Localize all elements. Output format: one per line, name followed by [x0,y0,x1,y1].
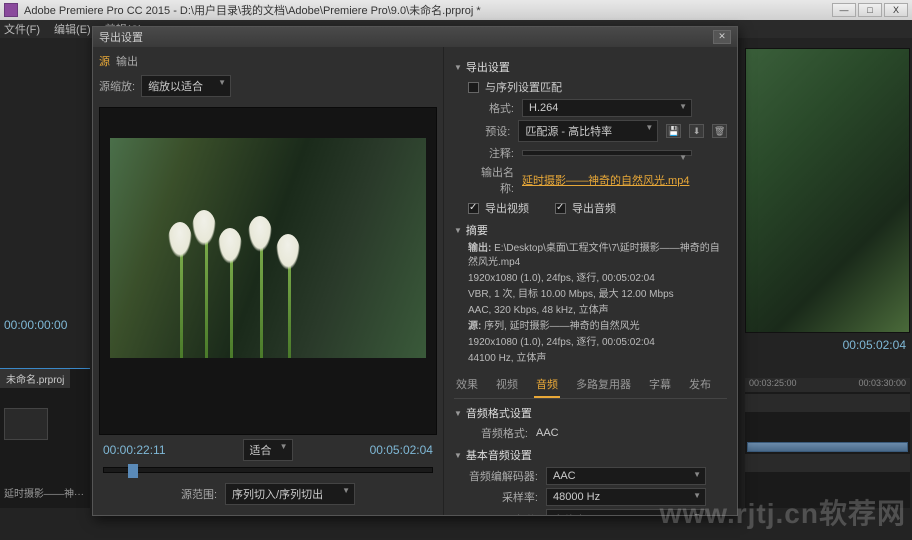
timeline-ruler[interactable]: 00:03:25:00 00:03:30:00 [745,378,910,392]
basic-audio-header[interactable]: 基本音频设置 [454,447,727,463]
tab-audio[interactable]: 音频 [534,374,560,398]
timeline-track[interactable] [745,394,910,412]
import-preset-icon[interactable]: ⬇ [689,124,704,138]
maximize-button[interactable]: □ [858,3,882,17]
sample-rate-dropdown[interactable]: 48000 Hz [546,488,706,506]
close-button[interactable]: X [884,3,908,17]
tab-multiplexer[interactable]: 多路复用器 [574,374,633,398]
dialog-left-pane: 源 输出 源缩放: 缩放以适合 [93,47,443,515]
tab-output[interactable]: 输出 [116,53,138,69]
dialog-titlebar[interactable]: 导出设置 ✕ [93,27,737,47]
minimize-button[interactable]: — [832,3,856,17]
preview-in-timecode[interactable]: 00:00:22:11 [103,443,166,457]
delete-preset-icon[interactable]: 🗑 [712,124,727,138]
export-audio-checkbox[interactable] [555,203,566,214]
menu-file[interactable]: 文件(F) [4,21,40,37]
scale-dropdown[interactable]: 缩放以适合 [141,75,231,97]
project-tab[interactable]: 未命名.prproj [0,369,70,388]
range-dropdown[interactable]: 序列切入/序列切出 [225,483,355,505]
dialog-close-button[interactable]: ✕ [713,30,731,44]
titlebar: Adobe Premiere Pro CC 2015 - D:\用户目录\我的文… [0,0,912,20]
export-settings-header[interactable]: 导出设置 [454,59,727,75]
settings-tabs: 效果 视频 音频 多路复用器 字幕 发布 [454,374,727,399]
comment-input[interactable] [522,150,692,156]
scale-label: 源缩放: [99,78,135,94]
save-preset-icon[interactable]: 💾 [666,124,681,138]
program-monitor[interactable] [745,48,910,333]
project-bin-item[interactable] [4,408,48,440]
app-icon [4,3,18,17]
range-label: 源范围: [181,486,217,502]
audio-format-header[interactable]: 音频格式设置 [454,405,727,421]
source-timecode: 00:00:00:00 [4,318,67,332]
timeline-panel[interactable]: 00:03:25:00 00:03:30:00 [745,378,910,508]
summary-header[interactable]: 摘要 [454,222,727,238]
export-video-checkbox[interactable] [468,203,479,214]
preset-dropdown[interactable]: 匹配源 - 高比特率 [518,120,658,142]
dialog-right-pane: 导出设置 与序列设置匹配 格式: H.264 预设: 匹配源 - 高比特率 💾 … [443,47,737,515]
timeline-clip[interactable] [747,442,908,452]
output-name-link[interactable]: 延时摄影——神奇的自然风光.mp4 [522,172,689,188]
program-timecode: 00:05:02:04 [843,338,906,352]
window-title: Adobe Premiere Pro CC 2015 - D:\用户目录\我的文… [24,2,832,18]
dialog-title: 导出设置 [99,29,143,45]
preview-area[interactable] [99,107,437,435]
tab-publish[interactable]: 发布 [687,374,713,398]
menu-edit[interactable]: 编辑(E) [54,21,91,37]
format-dropdown[interactable]: H.264 [522,99,692,117]
tab-source[interactable]: 源 [99,53,110,69]
match-sequence-checkbox[interactable] [468,82,479,93]
export-settings-dialog: 导出设置 ✕ 源 输出 源缩放: 缩放以适合 [92,26,738,516]
fit-dropdown[interactable]: 适合 [243,439,293,461]
tab-video[interactable]: 视频 [494,374,520,398]
preview-out-timecode[interactable]: 00:05:02:04 [370,443,433,457]
preview-image [110,138,426,358]
playhead-icon[interactable] [128,464,138,478]
channels-dropdown[interactable]: 立体声 [546,509,706,515]
tab-captions[interactable]: 字幕 [647,374,673,398]
tab-effects[interactable]: 效果 [454,374,480,398]
preview-scrubber[interactable] [103,467,433,473]
bin-item-label: 延时摄影——神··· [4,485,84,500]
audio-codec-dropdown[interactable]: AAC [546,467,706,485]
timeline-track[interactable] [745,454,910,472]
